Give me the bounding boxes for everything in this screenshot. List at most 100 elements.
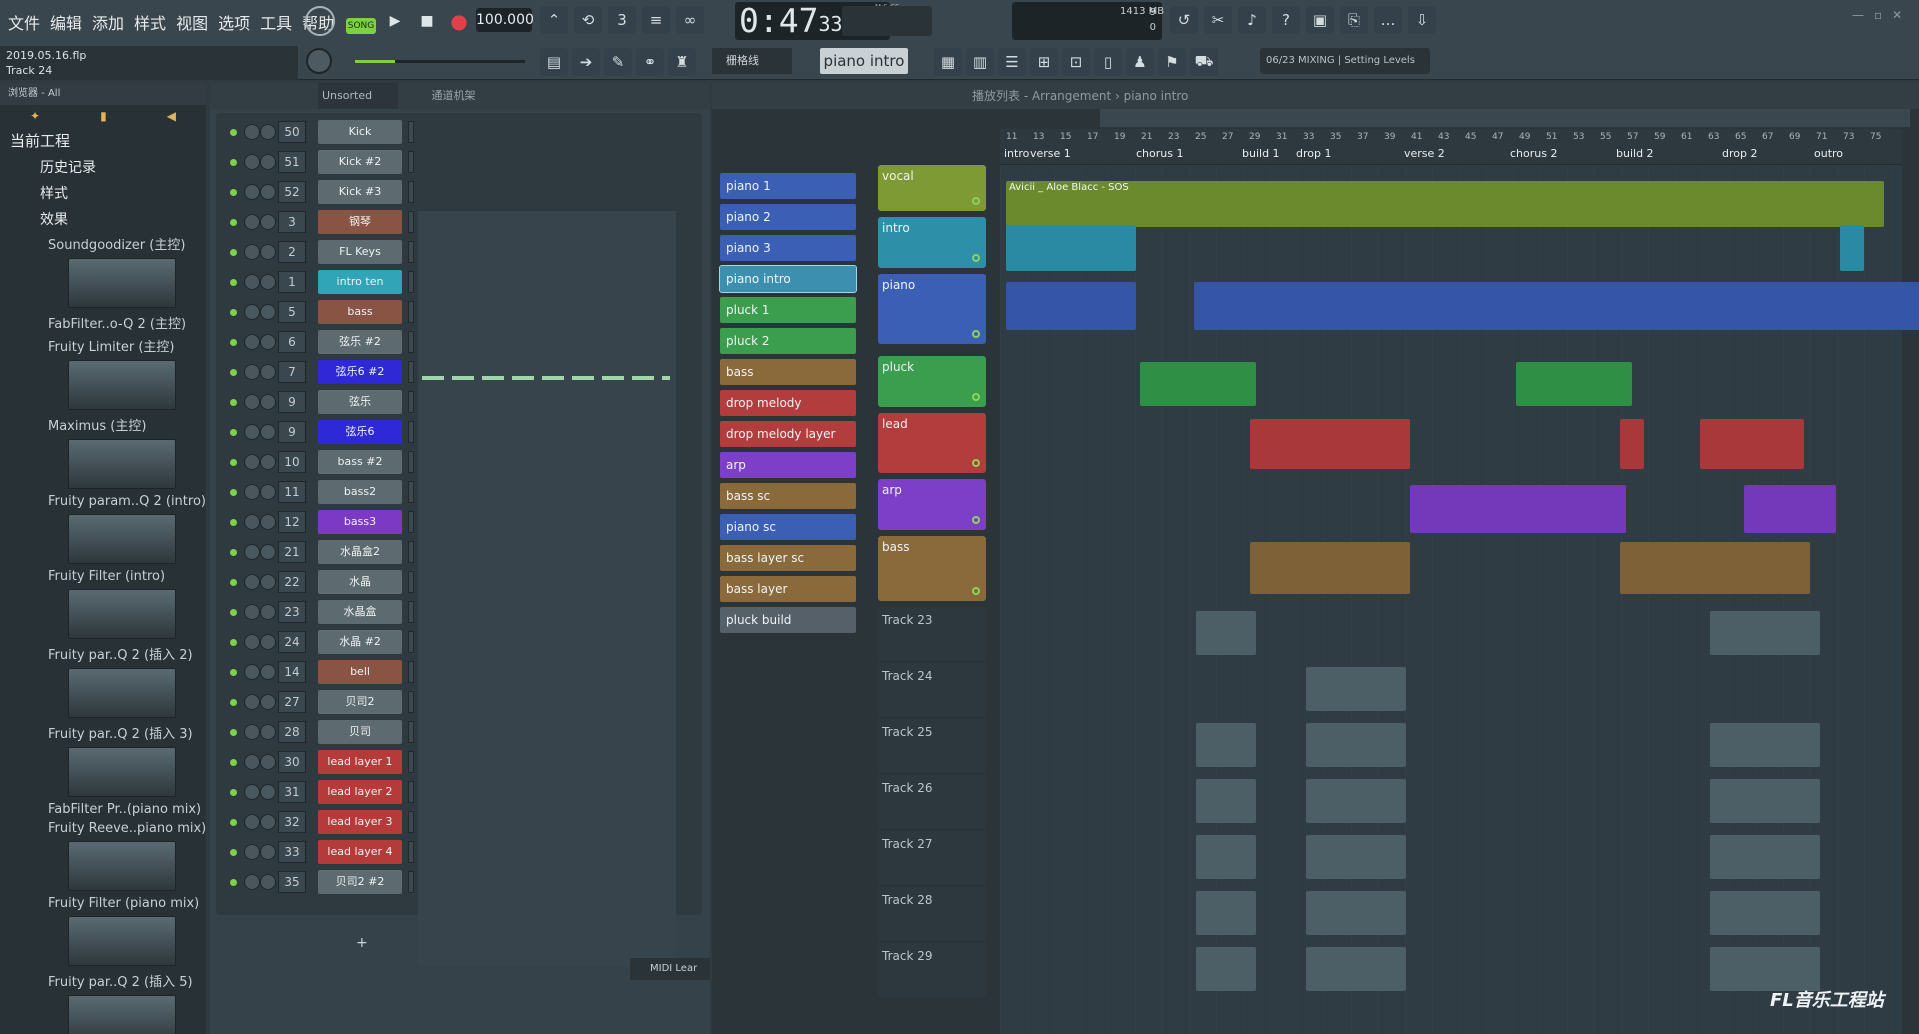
pan-knob[interactable] — [244, 484, 260, 500]
volume-knob[interactable] — [260, 544, 276, 560]
arrangement-clip[interactable] — [1840, 225, 1864, 271]
microphone-icon[interactable]: ♪ — [1238, 6, 1266, 34]
arrangement-clip[interactable] — [1516, 362, 1632, 406]
mixer-track-number[interactable]: 22 — [278, 571, 306, 593]
channel-name-button[interactable]: Kick #3 — [318, 180, 402, 204]
section-marker[interactable]: chorus 2 — [1510, 147, 1557, 160]
track-header[interactable]: arp — [878, 479, 986, 530]
channel-led[interactable] — [230, 609, 237, 616]
volume-knob[interactable] — [260, 784, 276, 800]
channel-name-button[interactable]: bass2 — [318, 480, 402, 504]
help-icon[interactable]: ? — [1272, 6, 1300, 34]
browser-section[interactable]: 历史记录 — [0, 154, 206, 180]
channel-name-button[interactable]: lead layer 2 — [318, 780, 402, 804]
volume-knob[interactable] — [260, 694, 276, 710]
speaker-icon[interactable]: ◀ — [167, 109, 176, 123]
record-button[interactable]: ● — [444, 6, 474, 36]
channel-name-button[interactable]: bell — [318, 660, 402, 684]
arrangement-clip[interactable] — [1306, 891, 1406, 935]
channel-name-button[interactable]: bass — [318, 300, 402, 324]
pan-knob[interactable] — [244, 394, 260, 410]
channel-name-button[interactable]: 贝司 — [318, 720, 402, 744]
channel-select[interactable] — [408, 391, 414, 413]
time-ruler[interactable]: 11 13 15 17 19 21 23 25 27 29 31 33 35 37 39 41 43 45 47 49… — [1000, 129, 1902, 165]
section-marker[interactable]: build 2 — [1616, 147, 1654, 160]
channel-select[interactable] — [408, 631, 414, 653]
volume-knob[interactable] — [260, 184, 276, 200]
channel-led[interactable] — [230, 789, 237, 796]
pan-knob[interactable] — [244, 814, 260, 830]
browser-icon[interactable]: ▯ — [1094, 48, 1122, 76]
pan-knob[interactable] — [244, 694, 260, 710]
track-header[interactable]: Track 24 — [878, 663, 986, 717]
pattern-item[interactable]: arp — [720, 452, 856, 478]
arrangement-clip[interactable] — [1710, 947, 1820, 991]
pattern-item[interactable]: piano sc — [720, 514, 856, 540]
arrangement-clip[interactable] — [1196, 779, 1256, 823]
metronome-icon[interactable]: ⌃ — [540, 6, 568, 34]
arrangement-clip[interactable] — [1196, 891, 1256, 935]
pan-knob[interactable] — [244, 454, 260, 470]
browser-effect-item[interactable]: Fruity param..Q 2 (intro) — [0, 492, 206, 511]
pattern-item[interactable]: bass layer — [720, 576, 856, 602]
channel-row[interactable]: 50 Kick — [216, 117, 696, 147]
mixer-track-number[interactable]: 52 — [278, 181, 306, 203]
pan-knob[interactable] — [244, 784, 260, 800]
arrangement-clip[interactable] — [1006, 225, 1136, 271]
channel-led[interactable] — [230, 369, 237, 376]
channel-name-button[interactable]: bass3 — [318, 510, 402, 534]
track-header[interactable]: piano — [878, 274, 986, 344]
arrangement-clip[interactable] — [1196, 835, 1256, 879]
channel-led[interactable] — [230, 519, 237, 526]
channel-name-button[interactable]: FL Keys — [318, 240, 402, 264]
folder-icon[interactable]: ▮ — [100, 109, 107, 123]
channel-select[interactable] — [408, 121, 414, 143]
volume-knob[interactable] — [260, 814, 276, 830]
pattern-item[interactable]: piano 2 — [720, 204, 856, 230]
volume-knob[interactable] — [260, 304, 276, 320]
pan-knob[interactable] — [244, 244, 260, 260]
pan-knob[interactable] — [244, 634, 260, 650]
arrangement-clip[interactable] — [1710, 611, 1820, 655]
browser-effect-item[interactable]: Fruity par..Q 2 (插入 5) — [0, 969, 206, 992]
mixer-track-number[interactable]: 5 — [278, 301, 306, 323]
pattern-item[interactable]: piano intro — [719, 265, 857, 293]
mixer-track-number[interactable]: 27 — [278, 691, 306, 713]
pattern-item[interactable]: pluck build — [720, 607, 856, 633]
pan-knob[interactable] — [244, 544, 260, 560]
arrangement-clip[interactable] — [1700, 419, 1804, 469]
menu-item[interactable]: 文件 — [6, 10, 42, 34]
mixer-icon[interactable]: ☰ — [998, 48, 1026, 76]
pan-knob[interactable] — [244, 274, 260, 290]
volume-knob[interactable] — [260, 334, 276, 350]
step-grid[interactable] — [418, 211, 676, 966]
arrangement-grid[interactable]: 11 13 15 17 19 21 23 25 27 29 31 33 35 37 39 41 43 45 47 49… — [1000, 129, 1919, 1034]
channel-name-button[interactable]: Kick — [318, 120, 402, 144]
channel-select[interactable] — [408, 691, 414, 713]
section-marker[interactable]: intro — [1004, 147, 1029, 160]
pattern-item[interactable]: drop melody layer — [720, 421, 856, 447]
arrangement-clip[interactable] — [1250, 542, 1410, 594]
pan-knob[interactable] — [244, 364, 260, 380]
channel-select[interactable] — [408, 811, 414, 833]
arrangement-clip[interactable] — [1196, 611, 1256, 655]
channel-led[interactable] — [230, 339, 237, 346]
section-marker[interactable]: verse 2 — [1404, 147, 1445, 160]
arrangement-clip[interactable] — [1744, 485, 1836, 533]
pattern-selector[interactable]: piano intro — [820, 48, 908, 74]
close-icon[interactable]: ✕ — [1892, 8, 1902, 22]
channel-select[interactable] — [408, 481, 414, 503]
channel-select[interactable] — [408, 151, 414, 173]
channel-led[interactable] — [230, 309, 237, 316]
channel-select[interactable] — [408, 331, 414, 353]
browser-effect-item[interactable]: Fruity Filter (piano mix) — [0, 894, 206, 913]
pan-knob[interactable] — [244, 604, 260, 620]
mixer-track-number[interactable]: 2 — [278, 241, 306, 263]
save-icon[interactable]: ▣ — [1306, 6, 1334, 34]
play-button[interactable]: ▶ — [380, 6, 410, 36]
volume-knob[interactable] — [260, 754, 276, 770]
pan-knob[interactable] — [244, 514, 260, 530]
channel-name-button[interactable]: 水晶 — [318, 570, 402, 594]
mixer-track-number[interactable]: 23 — [278, 601, 306, 623]
menu-item[interactable]: 工具 — [258, 10, 294, 34]
